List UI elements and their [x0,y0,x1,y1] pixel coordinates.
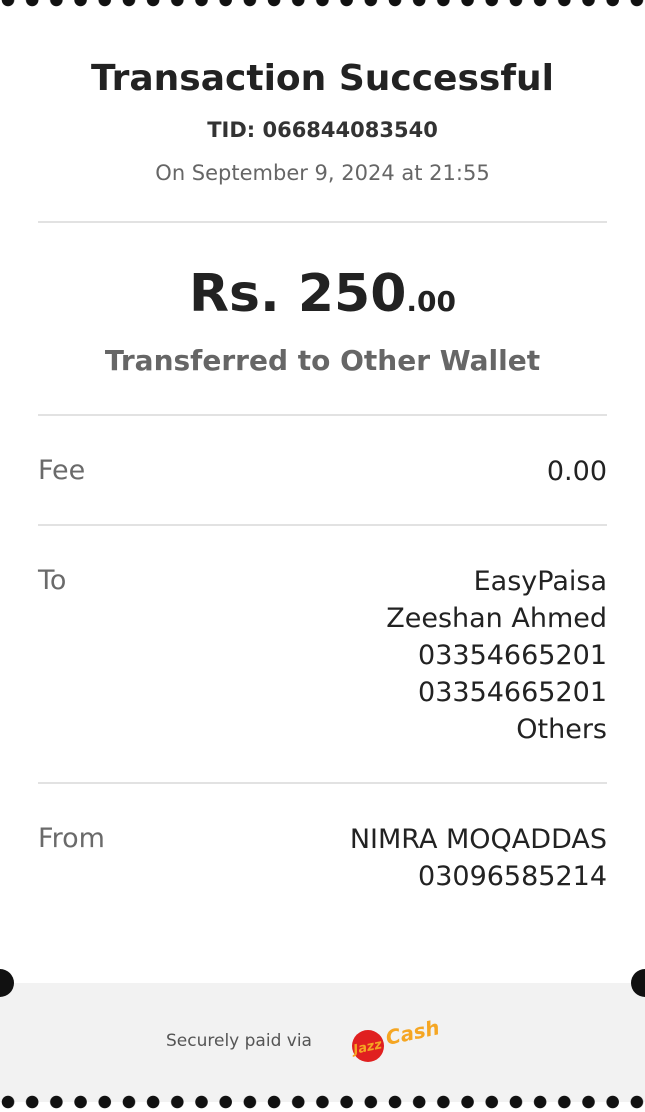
recipient-details: EasyPaisa Zeeshan Ahmed 03354665201 0335… [386,563,607,748]
from-label: From [38,823,105,854]
receipt-top-edge [0,0,645,10]
divider [38,782,607,784]
jazzcash-logo: Jazz Cash [349,1016,440,1062]
fee-amount: 0.00 [546,456,607,487]
fee-label: Fee [38,455,86,486]
receipt-bottom-edge [0,1094,645,1112]
divider [38,221,607,223]
amount-main: Rs. 250 [188,264,407,324]
recipient-account: 03354665201 [418,677,607,708]
transaction-amount: Rs. 250.00 [0,264,645,324]
sender-details: NIMRA MOQADDAS 03096585214 [350,821,607,895]
secure-payment-text: Securely paid via [166,1031,312,1051]
recipient-name: Zeeshan Ahmed [386,603,607,634]
sender-number: 03096585214 [418,861,607,892]
divider [38,414,607,416]
recipient-wallet: EasyPaisa [473,566,607,597]
transaction-type: Transferred to Other Wallet [104,344,541,377]
fee-value: 0.00 [547,453,607,490]
transaction-id: TID: 066844083540 [207,118,438,142]
jazzcash-logo-cash: Cash [384,1016,440,1050]
receipt-footer [0,983,645,1102]
sender-name: NIMRA MOQADDAS [349,824,607,855]
amount-decimal: .00 [406,285,456,318]
page-title: Transaction Successful [91,58,554,99]
divider [38,524,607,526]
recipient-number: 03354665201 [418,640,607,671]
to-label: To [38,565,67,596]
transaction-date: On September 9, 2024 at 21:55 [155,161,490,185]
recipient-purpose: Others [516,714,607,745]
